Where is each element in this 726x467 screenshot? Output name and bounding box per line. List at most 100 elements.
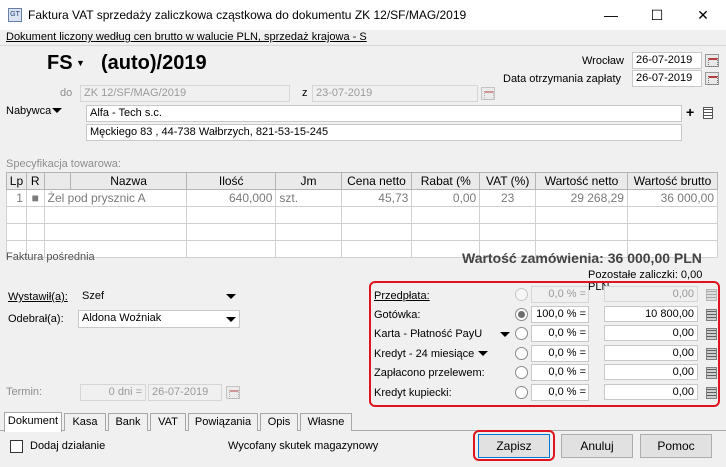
source-date-field: 23-07-2019 — [312, 85, 478, 102]
calculator-icon[interactable] — [706, 328, 717, 340]
add-action-checkbox[interactable] — [10, 440, 23, 453]
column-header[interactable]: VAT (%) — [479, 172, 537, 190]
card-label[interactable]: Karta - Płatność PayU — [374, 328, 482, 340]
tab-opis[interactable]: Opis — [260, 413, 298, 431]
column-header[interactable]: Ilość — [186, 172, 277, 190]
calendar-icon — [226, 386, 240, 399]
cash-amount[interactable]: 10 800,00 — [604, 306, 698, 322]
radio-prepayment — [515, 288, 528, 301]
calendar-icon — [481, 87, 495, 100]
chevron-down-icon[interactable] — [226, 317, 236, 322]
radio-merchant-credit[interactable] — [515, 386, 528, 399]
radio-card[interactable] — [515, 327, 528, 340]
buyer-name-field[interactable]: Alfa - Tech s.c. — [86, 105, 682, 122]
card-amount[interactable]: 0,00 — [604, 325, 698, 341]
cell-name[interactable]: Żel pod prysznic A — [43, 189, 188, 207]
chevron-down-icon[interactable] — [226, 294, 236, 299]
merchant-credit-label: Kredyt kupiecki: — [374, 387, 452, 399]
term-date-field: 26-07-2019 — [148, 384, 222, 401]
cell-gross[interactable]: 36 000,00 — [626, 189, 719, 207]
calculator-icon[interactable] — [706, 309, 717, 321]
tab-vat[interactable]: VAT — [150, 413, 186, 431]
credit-label[interactable]: Kredyt - 24 miesiące — [374, 348, 474, 360]
column-header[interactable]: R — [25, 172, 45, 190]
add-icon[interactable]: + — [686, 104, 694, 120]
table-row[interactable]: 1 ■ Żel pod prysznic A 640,000 szt. 45,7… — [6, 189, 719, 207]
cash-label: Gotówka: — [374, 309, 421, 321]
tab-kasa[interactable]: Kasa — [64, 413, 106, 431]
cell-r[interactable]: ■ — [25, 189, 45, 207]
buyer-address-field[interactable]: Męckiego 83 , 44-738 Wałbrzych, 821-53-1… — [86, 124, 682, 141]
list-icon[interactable] — [703, 107, 713, 119]
items-table[interactable]: Lp R Nazwa Ilość Jm Cena netto Rabat (% … — [6, 172, 719, 258]
chevron-down-icon[interactable]: ▼ — [76, 58, 85, 68]
payment-date-label: Data otrzymania zapłaty — [503, 73, 621, 85]
calculator-icon[interactable] — [706, 348, 717, 360]
column-header[interactable]: Cena netto — [340, 172, 413, 190]
merchant-credit-pct[interactable]: 0,0 % = — [531, 384, 589, 401]
term-days-field: 0 dni = — [80, 384, 146, 401]
cell-unit[interactable]: szt. — [275, 189, 342, 207]
cell-lp[interactable]: 1 — [6, 189, 27, 207]
column-header[interactable]: Rabat (% — [411, 172, 481, 190]
cell-net[interactable]: 29 268,29 — [535, 189, 628, 207]
table-row[interactable] — [6, 223, 719, 241]
tab-wlasne[interactable]: Własne — [300, 413, 352, 431]
calendar-icon[interactable] — [705, 54, 719, 67]
payment-date-field[interactable]: 26-07-2019 — [632, 70, 702, 87]
close-button[interactable]: ✕ — [680, 0, 726, 30]
info-bar: Dokument liczony według cen brutto w wal… — [0, 30, 726, 46]
chevron-down-icon[interactable] — [52, 108, 62, 113]
title-bar: GT Faktura VAT sprzedaży zaliczkowa cząs… — [0, 0, 726, 30]
issue-date-field[interactable]: 26-07-2019 — [632, 52, 702, 69]
credit-pct[interactable]: 0,0 % = — [531, 345, 589, 362]
transfer-pct[interactable]: 0,0 % = — [531, 364, 589, 381]
received-by-select[interactable]: Aldona Woźniak — [78, 310, 240, 328]
radio-cash[interactable] — [515, 308, 528, 321]
column-header[interactable]: Lp — [6, 172, 27, 190]
radio-transfer[interactable] — [515, 366, 528, 379]
buyer-label[interactable]: Nabywca — [6, 105, 51, 117]
z-label: z — [302, 87, 308, 99]
table-row[interactable] — [6, 206, 719, 224]
column-header[interactable]: Jm — [275, 172, 342, 190]
interim-label: Faktura pośrednia — [6, 251, 95, 263]
merchant-credit-amount[interactable]: 0,00 — [604, 384, 698, 400]
minimize-button[interactable]: — — [588, 0, 634, 30]
calendar-icon[interactable] — [705, 72, 719, 85]
issued-by-select[interactable]: Szef — [78, 288, 240, 306]
tab-bank[interactable]: Bank — [108, 413, 148, 431]
cell-vat[interactable]: 23 — [479, 189, 537, 207]
maximize-button[interactable]: ☐ — [634, 0, 680, 30]
calculator-icon[interactable] — [706, 367, 717, 379]
prepayment-pct: 0,0 % = — [531, 286, 589, 303]
chevron-down-icon[interactable] — [478, 351, 488, 356]
save-button[interactable]: Zapisz — [478, 434, 550, 458]
doc-number: (auto)/2019 — [101, 52, 207, 74]
card-pct[interactable]: 0,0 % = — [531, 325, 589, 342]
cell-price[interactable]: 45,73 — [340, 189, 413, 207]
cash-pct[interactable]: 100,0 % = — [531, 306, 589, 323]
add-action-label[interactable]: Dodaj działanie — [30, 440, 105, 452]
cell-discount[interactable]: 0,00 — [411, 189, 481, 207]
calculator-icon[interactable] — [706, 387, 717, 399]
cell-qty[interactable]: 640,000 — [186, 189, 277, 207]
tab-powiazania[interactable]: Powiązania — [188, 413, 258, 431]
calculator-icon — [706, 289, 717, 301]
chevron-down-icon[interactable] — [500, 332, 510, 337]
help-button[interactable]: Pomoc — [640, 434, 712, 458]
cancel-button[interactable]: Anuluj — [561, 434, 633, 458]
transfer-amount[interactable]: 0,00 — [604, 364, 698, 380]
doc-type-selector[interactable]: FS — [47, 52, 73, 75]
column-header[interactable]: Nazwa — [70, 172, 188, 190]
credit-amount[interactable]: 0,00 — [604, 345, 698, 361]
tab-dokument[interactable]: Dokument — [4, 412, 62, 432]
radio-credit[interactable] — [515, 347, 528, 360]
prepayment-label: Przedpłata: — [374, 290, 430, 302]
column-header[interactable]: Wartość brutto — [626, 172, 719, 190]
info-bar-link[interactable]: Dokument liczony według cen brutto w wal… — [6, 31, 367, 43]
source-doc-field: ZK 12/SF/MAG/2019 — [80, 85, 290, 102]
do-label: do — [60, 87, 73, 99]
column-header[interactable]: Wartość netto — [535, 172, 628, 190]
window-title: Faktura VAT sprzedaży zaliczkowa cząstko… — [28, 8, 467, 22]
